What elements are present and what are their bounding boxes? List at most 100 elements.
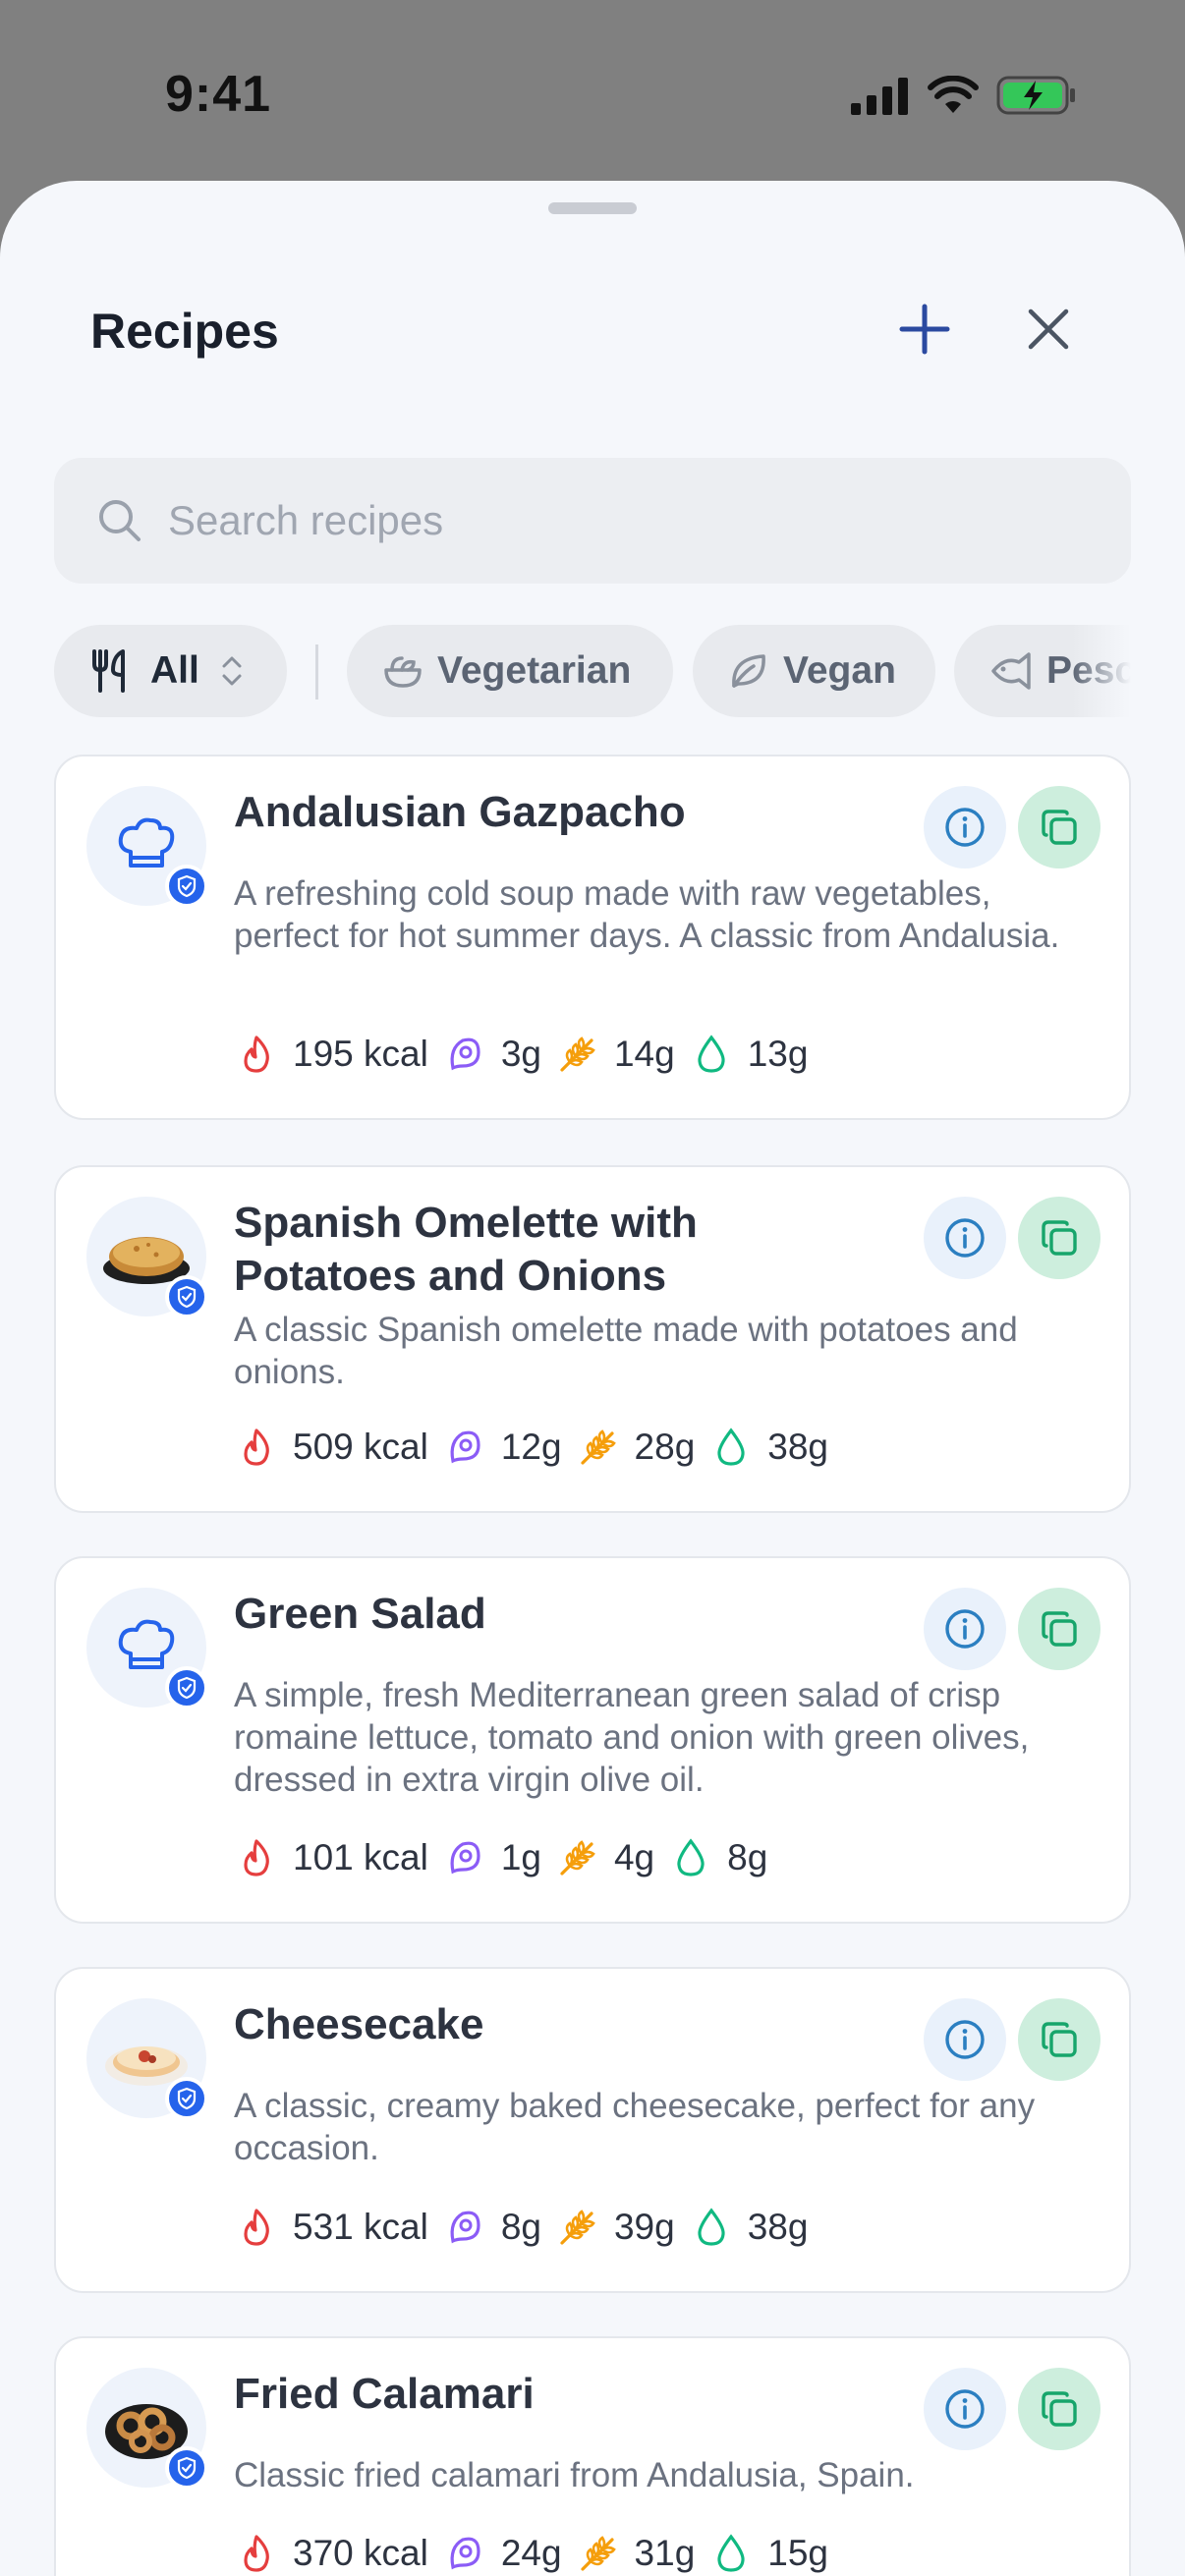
info-icon: [945, 808, 985, 847]
protein-value: 8g: [500, 2207, 541, 2247]
recipe-card[interactable]: Cheesecake A classic, creamy baked chees…: [54, 1967, 1131, 2293]
recipes-sheet: Recipes All: [0, 181, 1185, 2576]
recipe-description: Classic fried calamari from Andalusia, S…: [234, 2456, 915, 2494]
flame-icon: [234, 2531, 279, 2576]
shield-check-icon: [177, 1676, 197, 1700]
flame-icon: [234, 1032, 279, 1077]
status-time: 9:41: [165, 66, 272, 123]
calories-value: 101 kcal: [293, 1837, 428, 1877]
recipe-card[interactable]: Andalusian Gazpacho A refreshing cold so…: [54, 755, 1131, 1120]
recipe-info-button[interactable]: [924, 1998, 1006, 2081]
carbs-value: 39g: [613, 2207, 675, 2247]
wifi-icon: [928, 76, 979, 113]
copy-icon: [1042, 810, 1077, 845]
recipe-card[interactable]: Spanish Omelette with Potatoes and Onion…: [54, 1165, 1131, 1513]
wheat-icon: [555, 1032, 600, 1077]
close-button[interactable]: [1018, 299, 1079, 360]
chevron-up-down-icon: [221, 654, 243, 688]
protein-icon: [442, 1032, 487, 1077]
page-title: Recipes: [90, 304, 279, 359]
copy-icon: [1042, 2391, 1077, 2427]
search-input[interactable]: [168, 497, 1052, 544]
calories-value: 370 kcal: [293, 2533, 428, 2573]
recipe-copy-button[interactable]: [1018, 2368, 1100, 2450]
carbs-value: 4g: [613, 1837, 655, 1877]
calories-value: 195 kcal: [293, 1034, 428, 1074]
protein-icon: [442, 1835, 487, 1880]
search-bar[interactable]: [54, 458, 1131, 584]
recipe-info-button[interactable]: [924, 2368, 1006, 2450]
nutrition-row: 509 kcal 12g 28g 38g: [234, 1425, 842, 1470]
verified-badge: [165, 865, 208, 908]
recipe-title: Green Salad: [234, 1590, 486, 1638]
filter-chips: All Vegetarian Vegan: [54, 625, 1131, 719]
recipe-description: A simple, fresh Mediterranean green sala…: [234, 1676, 1030, 1799]
droplet-icon: [708, 2531, 754, 2576]
chef-hat-icon: [118, 817, 175, 868]
wheat-icon: [576, 1425, 621, 1470]
cellular-signal-icon: [851, 78, 908, 115]
info-icon: [945, 2020, 985, 2059]
recipe-card[interactable]: Fried Calamari Classic fried calamari fr…: [54, 2336, 1131, 2576]
protein-value: 12g: [500, 1427, 562, 1467]
recipe-info-button[interactable]: [924, 786, 1006, 868]
protein-value: 1g: [500, 1837, 541, 1877]
recipe-description: A classic, creamy baked cheesecake, perf…: [234, 2087, 1036, 2167]
droplet-icon: [708, 1425, 754, 1470]
copy-icon: [1042, 2022, 1077, 2057]
filter-chip-label: Vegan: [783, 649, 896, 692]
recipe-copy-button[interactable]: [1018, 1197, 1100, 1279]
protein-value: 24g: [500, 2533, 562, 2573]
recipe-copy-button[interactable]: [1018, 1588, 1100, 1670]
wheat-icon: [555, 1835, 600, 1880]
recipe-card[interactable]: Green Salad A simple, fresh Mediterranea…: [54, 1556, 1131, 1924]
carbs-value: 14g: [613, 1034, 675, 1074]
nutrition-row: 195 kcal 3g 14g 13g: [234, 1032, 821, 1077]
fat-value: 38g: [747, 2207, 809, 2247]
verified-badge: [165, 2446, 208, 2490]
carbs-value: 31g: [634, 2533, 696, 2573]
sheet-grabber[interactable]: [548, 202, 637, 214]
filter-chip-label: All: [150, 649, 199, 692]
nutrition-row: 531 kcal 8g 39g 38g: [234, 2205, 821, 2250]
verified-badge: [165, 1666, 208, 1709]
verified-badge: [165, 2077, 208, 2120]
recipe-avatar: [86, 786, 208, 908]
recipe-description: A classic Spanish omelette made with pot…: [234, 1311, 1018, 1391]
close-icon: [1028, 308, 1069, 350]
copy-icon: [1042, 1220, 1077, 1256]
copy-icon: [1042, 1611, 1077, 1647]
protein-icon: [442, 2205, 487, 2250]
filter-chip-vegetarian[interactable]: Vegetarian: [347, 625, 673, 717]
nutrition-row: 101 kcal 1g 4g 8g: [234, 1835, 781, 1880]
status-bar: 9:41: [0, 0, 1185, 181]
battery-charging-icon: [996, 76, 1075, 115]
add-recipe-button[interactable]: [894, 299, 955, 360]
flame-icon: [234, 2205, 279, 2250]
filter-chip-vegan[interactable]: Vegan: [693, 625, 935, 717]
chef-hat-icon: [118, 1619, 175, 1669]
shield-check-icon: [177, 2456, 197, 2480]
recipe-info-button[interactable]: [924, 1588, 1006, 1670]
flame-icon: [234, 1425, 279, 1470]
fat-value: 38g: [767, 1427, 829, 1467]
carbs-value: 28g: [634, 1427, 696, 1467]
filter-chip-all[interactable]: All: [54, 625, 287, 717]
recipe-copy-button[interactable]: [1018, 786, 1100, 868]
recipe-title: Cheesecake: [234, 2000, 484, 2048]
recipe-title: Andalusian Gazpacho: [234, 788, 686, 836]
utensils-icon: [89, 648, 131, 694]
fish-icon: [989, 650, 1033, 692]
shield-check-icon: [177, 2087, 197, 2110]
recipe-copy-button[interactable]: [1018, 1998, 1100, 2081]
recipe-description: A refreshing cold soup made with raw veg…: [234, 874, 1060, 955]
fat-value: 13g: [747, 1034, 809, 1074]
recipe-info-button[interactable]: [924, 1197, 1006, 1279]
nutrition-row: 370 kcal 24g 31g 15g: [234, 2531, 842, 2576]
wheat-icon: [555, 2205, 600, 2250]
recipe-avatar: [86, 1197, 208, 1318]
shield-check-icon: [177, 1285, 197, 1309]
protein-value: 3g: [500, 1034, 541, 1074]
recipe-title: Fried Calamari: [234, 2370, 535, 2418]
protein-icon: [442, 2531, 487, 2576]
